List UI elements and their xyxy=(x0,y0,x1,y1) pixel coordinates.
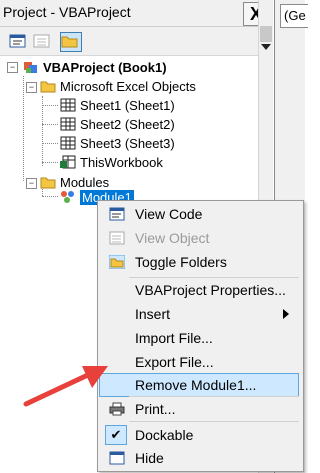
menu-item-insert[interactable]: Insert xyxy=(100,303,299,325)
menu-item-view-object[interactable]: View Object xyxy=(100,227,299,249)
tree-connector xyxy=(23,76,24,181)
sheet-label: Sheet3 (Sheet3) xyxy=(80,135,175,151)
sheet-label: Sheet2 (Sheet2) xyxy=(80,116,175,132)
annotation-arrow-icon xyxy=(23,366,108,407)
scroll-down-arrow-icon[interactable] xyxy=(261,44,271,50)
tree-connector xyxy=(42,162,58,163)
menu-item-print[interactable]: Print... xyxy=(100,398,299,420)
view-object-toolbar-button[interactable] xyxy=(32,32,54,52)
tree-node-excel-objects[interactable]: Microsoft Excel Objects xyxy=(40,77,196,95)
view-code-icon xyxy=(9,34,26,48)
object-combo-box[interactable]: (Ge xyxy=(280,4,308,28)
menu-label: Insert xyxy=(135,306,171,322)
view-object-icon xyxy=(109,231,125,245)
view-code-icon xyxy=(109,207,125,221)
worksheet-icon xyxy=(60,117,76,131)
tree-node-project[interactable]: VBAProject (Book1) xyxy=(23,58,167,76)
printer-icon xyxy=(109,402,125,416)
menu-label: Import File... xyxy=(135,330,213,346)
workbook-icon xyxy=(60,155,76,169)
view-object-icon xyxy=(33,34,50,48)
menu-item-hide[interactable]: Hide xyxy=(100,447,299,469)
tree-node-sheet3[interactable]: Sheet3 (Sheet3) xyxy=(60,134,175,152)
menu-label: Export File... xyxy=(135,354,214,370)
tree-node-thisworkbook[interactable]: ThisWorkbook xyxy=(60,153,163,171)
title-bar: Project - VBAProject xyxy=(0,0,272,27)
tree-node-sheet1[interactable]: Sheet1 (Sheet1) xyxy=(60,96,175,114)
menu-item-toggle-folders[interactable]: Toggle Folders xyxy=(100,251,299,273)
menu-label: Remove Module1... xyxy=(135,377,257,393)
menu-label: View Object xyxy=(135,230,210,246)
workbook-label: ThisWorkbook xyxy=(80,154,163,170)
menu-item-import-file[interactable]: Import File... xyxy=(100,327,299,349)
collapse-toggle[interactable]: − xyxy=(26,178,37,189)
checkmark-icon: ✔ xyxy=(105,425,127,445)
hide-window-icon xyxy=(109,451,125,465)
folder-icon xyxy=(61,36,78,48)
menu-item-view-code[interactable]: View Code xyxy=(100,203,299,225)
collapse-toggle[interactable]: − xyxy=(7,62,18,73)
menu-label: VBAProject Properties... xyxy=(135,282,286,298)
worksheet-icon xyxy=(60,136,76,150)
menu-separator xyxy=(129,277,299,278)
module-icon xyxy=(61,191,74,203)
sheet-label: Sheet1 (Sheet1) xyxy=(80,97,175,113)
tree-node-sheet2[interactable]: Sheet2 (Sheet2) xyxy=(60,115,175,133)
window-title: Project - VBAProject xyxy=(3,4,131,20)
worksheet-icon xyxy=(60,98,76,112)
toggle-folders-toolbar-button[interactable] xyxy=(60,32,82,52)
menu-separator xyxy=(129,421,299,422)
scrollbar-thumb[interactable] xyxy=(260,26,272,42)
tree-connector xyxy=(42,143,58,144)
tree-connector xyxy=(42,196,58,197)
folder-icon xyxy=(40,81,56,93)
menu-item-export-file[interactable]: Export File... xyxy=(100,351,299,373)
menu-label: View Code xyxy=(135,206,203,222)
submenu-arrow-icon xyxy=(283,309,289,319)
menu-item-properties[interactable]: VBAProject Properties... xyxy=(100,279,299,301)
collapse-toggle[interactable]: − xyxy=(26,82,37,93)
menu-separator xyxy=(129,396,299,397)
menu-label: Toggle Folders xyxy=(135,254,227,270)
folder-icon xyxy=(109,255,125,269)
project-label: VBAProject (Book1) xyxy=(43,59,167,75)
menu-item-remove-module[interactable]: Remove Module1... xyxy=(99,373,299,397)
view-code-toolbar-button[interactable] xyxy=(8,32,30,52)
excel-objects-label: Microsoft Excel Objects xyxy=(60,78,196,94)
context-menu: View Code View Object Toggle Folders VBA… xyxy=(97,200,304,472)
vba-project-icon xyxy=(24,62,37,73)
menu-item-dockable[interactable]: ✔ Dockable xyxy=(100,424,299,446)
menu-label: Dockable xyxy=(135,427,194,443)
tree-connector xyxy=(42,96,43,166)
folder-icon xyxy=(40,177,56,189)
tree-connector xyxy=(42,124,58,125)
menu-label: Print... xyxy=(135,401,176,417)
tree-connector xyxy=(42,105,58,106)
toolbar xyxy=(0,27,258,56)
menu-label: Hide xyxy=(135,450,164,466)
